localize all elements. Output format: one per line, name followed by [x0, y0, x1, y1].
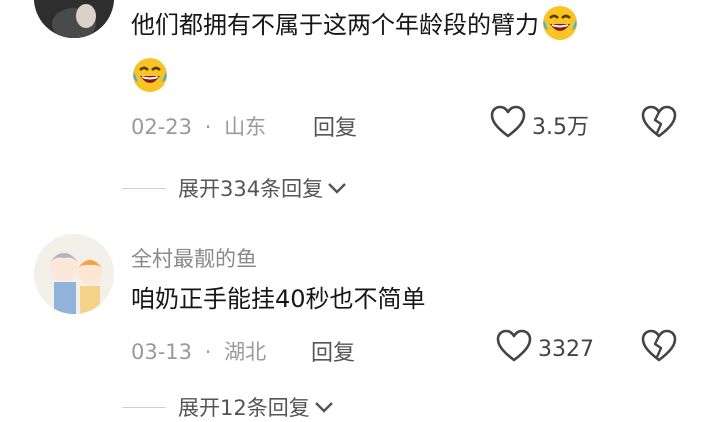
expand-replies-label: 展开334条回复: [178, 177, 324, 201]
chevron-down-icon: [314, 395, 334, 419]
separator-dot: ·: [204, 340, 212, 364]
like-button[interactable]: 3.5万: [490, 105, 589, 145]
heart-outline-icon: [496, 329, 532, 369]
comment-text-content: 他们都拥有不属于这两个年龄段的臂力: [131, 11, 539, 39]
heart-outline-icon: [490, 105, 526, 145]
like-button[interactable]: 3327: [496, 329, 594, 369]
comment-text-line2: [131, 56, 169, 94]
laughing-tears-emoji-icon: [131, 56, 169, 94]
separator-dot: ·: [204, 115, 212, 139]
expand-replies-button[interactable]: 展开334条回复: [122, 173, 347, 203]
comment-text: 他们都拥有不属于这两个年龄段的臂力: [131, 6, 579, 42]
expand-replies-button[interactable]: 展开12条回复: [122, 392, 334, 422]
reply-button[interactable]: 回复: [313, 110, 357, 142]
comment-text-content: 咱奶正手能挂40秒也不简单: [131, 285, 426, 313]
username[interactable]: 全村最靓的鱼: [131, 243, 257, 273]
avatar[interactable]: [34, 234, 114, 314]
comment-meta: 02-23 · 山东: [131, 111, 266, 141]
divider: [122, 406, 166, 408]
comment-date: 03-13: [131, 340, 193, 364]
expand-replies-label: 展开12条回复: [178, 396, 310, 420]
comment-meta: 03-13 · 湖北: [131, 336, 266, 366]
broken-heart-icon: [641, 329, 677, 367]
comment-location: 山东: [224, 115, 267, 139]
laughing-tears-emoji-icon: [541, 4, 579, 42]
avatar[interactable]: [34, 0, 114, 38]
dislike-button[interactable]: [641, 105, 677, 143]
comment-location: 湖北: [224, 340, 267, 364]
divider: [122, 187, 166, 189]
comment-date: 02-23: [131, 115, 193, 139]
like-count: 3.5万: [532, 115, 589, 140]
reply-button[interactable]: 回复: [311, 335, 355, 367]
comment-text: 咱奶正手能挂40秒也不简单: [131, 287, 426, 311]
broken-heart-icon: [641, 105, 677, 143]
like-count: 3327: [538, 336, 594, 362]
chevron-down-icon: [327, 176, 347, 200]
dislike-button[interactable]: [641, 329, 677, 367]
